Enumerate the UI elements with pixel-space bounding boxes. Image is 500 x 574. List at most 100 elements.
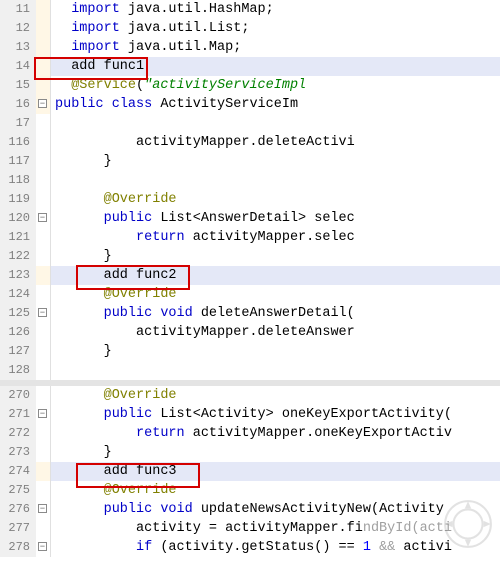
code-line[interactable]: 15 @Service("activityServiceImpl	[0, 76, 500, 95]
token-txt: activity = activityMapper.fi	[136, 521, 363, 536]
code-line[interactable]: 275 @Override	[0, 481, 500, 500]
code-text[interactable]: return activityMapper.selec	[51, 228, 500, 247]
code-text[interactable]: }	[51, 152, 500, 171]
code-text[interactable]	[51, 114, 500, 133]
token-txt	[371, 540, 379, 555]
code-text[interactable]: }	[51, 247, 500, 266]
fold-collapse-icon[interactable]: −	[38, 409, 47, 418]
code-line[interactable]: 272 return activityMapper.oneKeyExportAc…	[0, 424, 500, 443]
line-number: 14	[0, 57, 36, 76]
code-line[interactable]: 270 @Override	[0, 386, 500, 405]
token-kw: public	[104, 306, 153, 321]
code-text[interactable]: }	[51, 443, 500, 462]
fold-gutter	[36, 481, 51, 500]
fold-collapse-icon[interactable]: −	[38, 213, 47, 222]
fold-gutter[interactable]: −	[36, 500, 51, 519]
line-number: 278	[0, 538, 36, 557]
token-txt: add func1	[71, 59, 144, 74]
code-line[interactable]: 121 return activityMapper.selec	[0, 228, 500, 247]
fold-collapse-icon[interactable]: −	[38, 504, 47, 513]
code-text[interactable]: import java.util.List;	[51, 19, 500, 38]
code-line[interactable]: 273 }	[0, 443, 500, 462]
fold-collapse-icon[interactable]: −	[38, 99, 47, 108]
token-kw: void	[160, 306, 192, 321]
code-text[interactable]: add func1	[51, 57, 500, 76]
fold-gutter[interactable]: −	[36, 95, 51, 114]
code-line[interactable]: 126 activityMapper.deleteAnswer	[0, 323, 500, 342]
code-line[interactable]: 122 }	[0, 247, 500, 266]
token-txt: (	[136, 78, 144, 93]
code-line[interactable]: 13 import java.util.Map;	[0, 38, 500, 57]
fold-gutter	[36, 114, 51, 133]
token-txt: activityMapper.oneKeyExportActiv	[185, 426, 452, 441]
code-line[interactable]: 11 import java.util.HashMap;	[0, 0, 500, 19]
fold-gutter	[36, 424, 51, 443]
line-number: 17	[0, 114, 36, 133]
code-line[interactable]: 278− if (activity.getStatus() == 1 && ac…	[0, 538, 500, 557]
code-text[interactable]: @Service("activityServiceImpl	[51, 76, 500, 95]
code-text[interactable]: @Override	[51, 285, 500, 304]
code-line[interactable]: 12 import java.util.List;	[0, 19, 500, 38]
code-text[interactable]: return activityMapper.oneKeyExportActiv	[51, 424, 500, 443]
token-kw: import	[71, 2, 120, 17]
code-line[interactable]: 17	[0, 114, 500, 133]
fold-gutter[interactable]: −	[36, 405, 51, 424]
token-txt: deleteAnswerDetail(	[193, 306, 355, 321]
fold-gutter	[36, 0, 51, 19]
code-line[interactable]: 118	[0, 171, 500, 190]
code-text[interactable]: activityMapper.deleteAnswer	[51, 323, 500, 342]
code-text[interactable]	[51, 361, 500, 380]
fold-gutter	[36, 171, 51, 190]
line-number: 127	[0, 342, 36, 361]
fold-collapse-icon[interactable]: −	[38, 542, 47, 551]
fold-gutter	[36, 519, 51, 538]
line-number: 15	[0, 76, 36, 95]
fold-gutter[interactable]: −	[36, 304, 51, 323]
code-text[interactable]: public class ActivityServiceIm	[51, 95, 500, 114]
code-text[interactable]: add func3	[51, 462, 500, 481]
token-kw: return	[136, 426, 185, 441]
code-line[interactable]: 271− public List<Activity> oneKeyExportA…	[0, 405, 500, 424]
code-text[interactable]: @Override	[51, 481, 500, 500]
code-text[interactable]: public List<Activity> oneKeyExportActivi…	[51, 405, 500, 424]
fold-gutter	[36, 133, 51, 152]
line-number: 124	[0, 285, 36, 304]
code-line[interactable]: 125− public void deleteAnswerDetail(	[0, 304, 500, 323]
line-number: 125	[0, 304, 36, 323]
code-text[interactable]: @Override	[51, 190, 500, 209]
code-line[interactable]: 16−public class ActivityServiceIm	[0, 95, 500, 114]
code-line[interactable]: 120− public List<AnswerDetail> selec	[0, 209, 500, 228]
code-line[interactable]: 116 activityMapper.deleteActivi	[0, 133, 500, 152]
fold-gutter[interactable]: −	[36, 209, 51, 228]
fold-gutter[interactable]: −	[36, 538, 51, 557]
code-text[interactable]: }	[51, 342, 500, 361]
code-line[interactable]: 128	[0, 361, 500, 380]
token-kw: public	[104, 211, 153, 226]
code-line[interactable]: 274 add func3	[0, 462, 500, 481]
token-kw: return	[136, 230, 185, 245]
code-text[interactable]: public void updateNewsActivityNew(Activi…	[51, 500, 500, 519]
code-text[interactable]: public List<AnswerDetail> selec	[51, 209, 500, 228]
code-line[interactable]: 277 activity = activityMapper.findById(a…	[0, 519, 500, 538]
code-text[interactable]: if (activity.getStatus() == 1 && activi	[51, 538, 500, 557]
code-text[interactable]	[51, 171, 500, 190]
fold-gutter	[36, 190, 51, 209]
code-text[interactable]: public void deleteAnswerDetail(	[51, 304, 500, 323]
fold-collapse-icon[interactable]: −	[38, 308, 47, 317]
code-line[interactable]: 276− public void updateNewsActivityNew(A…	[0, 500, 500, 519]
code-text[interactable]: add func2	[51, 266, 500, 285]
code-line[interactable]: 14 add func1	[0, 57, 500, 76]
code-text[interactable]: @Override	[51, 386, 500, 405]
code-line[interactable]: 123 add func2	[0, 266, 500, 285]
code-line[interactable]: 117 }	[0, 152, 500, 171]
code-editor[interactable]: 11 import java.util.HashMap;12 import ja…	[0, 0, 500, 574]
code-text[interactable]: activityMapper.deleteActivi	[51, 133, 500, 152]
code-text[interactable]: activity = activityMapper.findById(acti	[51, 519, 500, 538]
code-text[interactable]: import java.util.HashMap;	[51, 0, 500, 19]
code-line[interactable]: 119 @Override	[0, 190, 500, 209]
code-line[interactable]: 127 }	[0, 342, 500, 361]
code-block-top: 11 import java.util.HashMap;12 import ja…	[0, 0, 500, 380]
code-text[interactable]: import java.util.Map;	[51, 38, 500, 57]
token-dim: ndById(acti	[363, 521, 452, 536]
code-line[interactable]: 124 @Override	[0, 285, 500, 304]
